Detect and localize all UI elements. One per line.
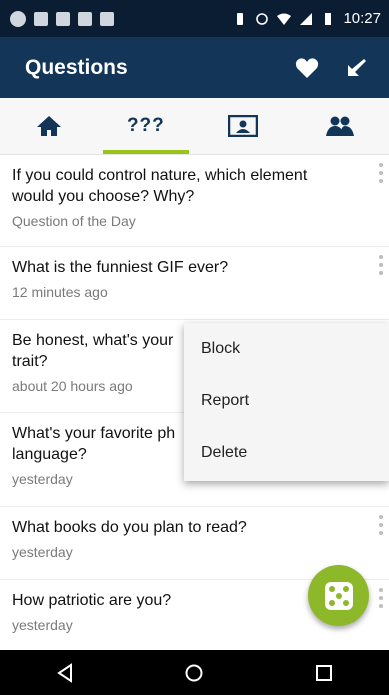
menu-item-delete[interactable]: Delete: [184, 427, 389, 479]
alarm-icon: [256, 12, 269, 25]
question-meta: Question of the Day: [12, 213, 136, 229]
favorite-button[interactable]: [289, 50, 325, 86]
question-meta: yesterday: [12, 617, 73, 633]
tab-bar: ???: [0, 98, 389, 155]
system-nav-bar: [0, 650, 389, 695]
tab-home[interactable]: [0, 98, 97, 154]
battery-icon: [325, 12, 332, 25]
back-icon[interactable]: [55, 662, 75, 683]
menu-item-block[interactable]: Block: [184, 323, 389, 375]
app-bar: Questions: [0, 37, 389, 98]
question-text: What's your favorite ph language?: [12, 425, 176, 463]
signal-icon: [300, 12, 313, 25]
list-item[interactable]: What is the funniest GIF ever? 12 minute…: [0, 247, 389, 320]
question-meta: 12 minutes ago: [12, 284, 108, 300]
home-icon: [36, 116, 61, 136]
more-options-icon[interactable]: [379, 255, 385, 275]
list-item[interactable]: If you could control nature, which eleme…: [0, 155, 389, 247]
question-text: Be honest, what's your trait?: [12, 332, 174, 370]
wifi-icon: [277, 13, 292, 25]
selected-tab-indicator: [103, 150, 189, 154]
mail-notification-icon: [100, 11, 114, 26]
tab-questions-label: ???: [126, 115, 165, 136]
vibrate-icon: [237, 12, 244, 25]
profile-icon: [228, 115, 259, 137]
context-menu: Block Report Delete: [184, 323, 389, 481]
question-text: If you could control nature, which eleme…: [12, 167, 308, 205]
question-text: What is the funniest GIF ever?: [12, 259, 229, 276]
random-question-button[interactable]: [308, 565, 369, 626]
mail-notification-icon: [78, 11, 92, 26]
friends-icon: [326, 116, 355, 136]
question-meta: yesterday: [12, 544, 73, 560]
status-time: 10:27: [343, 10, 381, 27]
mail-notification-icon: [34, 11, 48, 26]
reply-button[interactable]: [339, 50, 375, 86]
chat-notification-icon: [10, 10, 26, 27]
tab-profile[interactable]: [195, 98, 292, 154]
menu-item-report[interactable]: Report: [184, 375, 389, 427]
tab-friends[interactable]: [292, 98, 389, 154]
more-options-icon[interactable]: [379, 163, 385, 183]
heart-icon: [295, 57, 319, 78]
status-bar: 10:27: [0, 0, 389, 37]
dice-icon: [324, 581, 353, 610]
reply-arrow-icon: [348, 58, 366, 76]
tab-questions[interactable]: ???: [97, 98, 194, 154]
page-title: Questions: [25, 55, 128, 79]
mail-notification-icon: [56, 11, 70, 26]
more-options-icon[interactable]: [379, 588, 385, 608]
question-text: What books do you plan to read?: [12, 519, 247, 536]
question-text: How patriotic are you?: [12, 592, 172, 609]
more-options-icon[interactable]: [379, 515, 385, 535]
home-circle-icon[interactable]: [184, 663, 204, 683]
recents-icon[interactable]: [314, 663, 334, 683]
